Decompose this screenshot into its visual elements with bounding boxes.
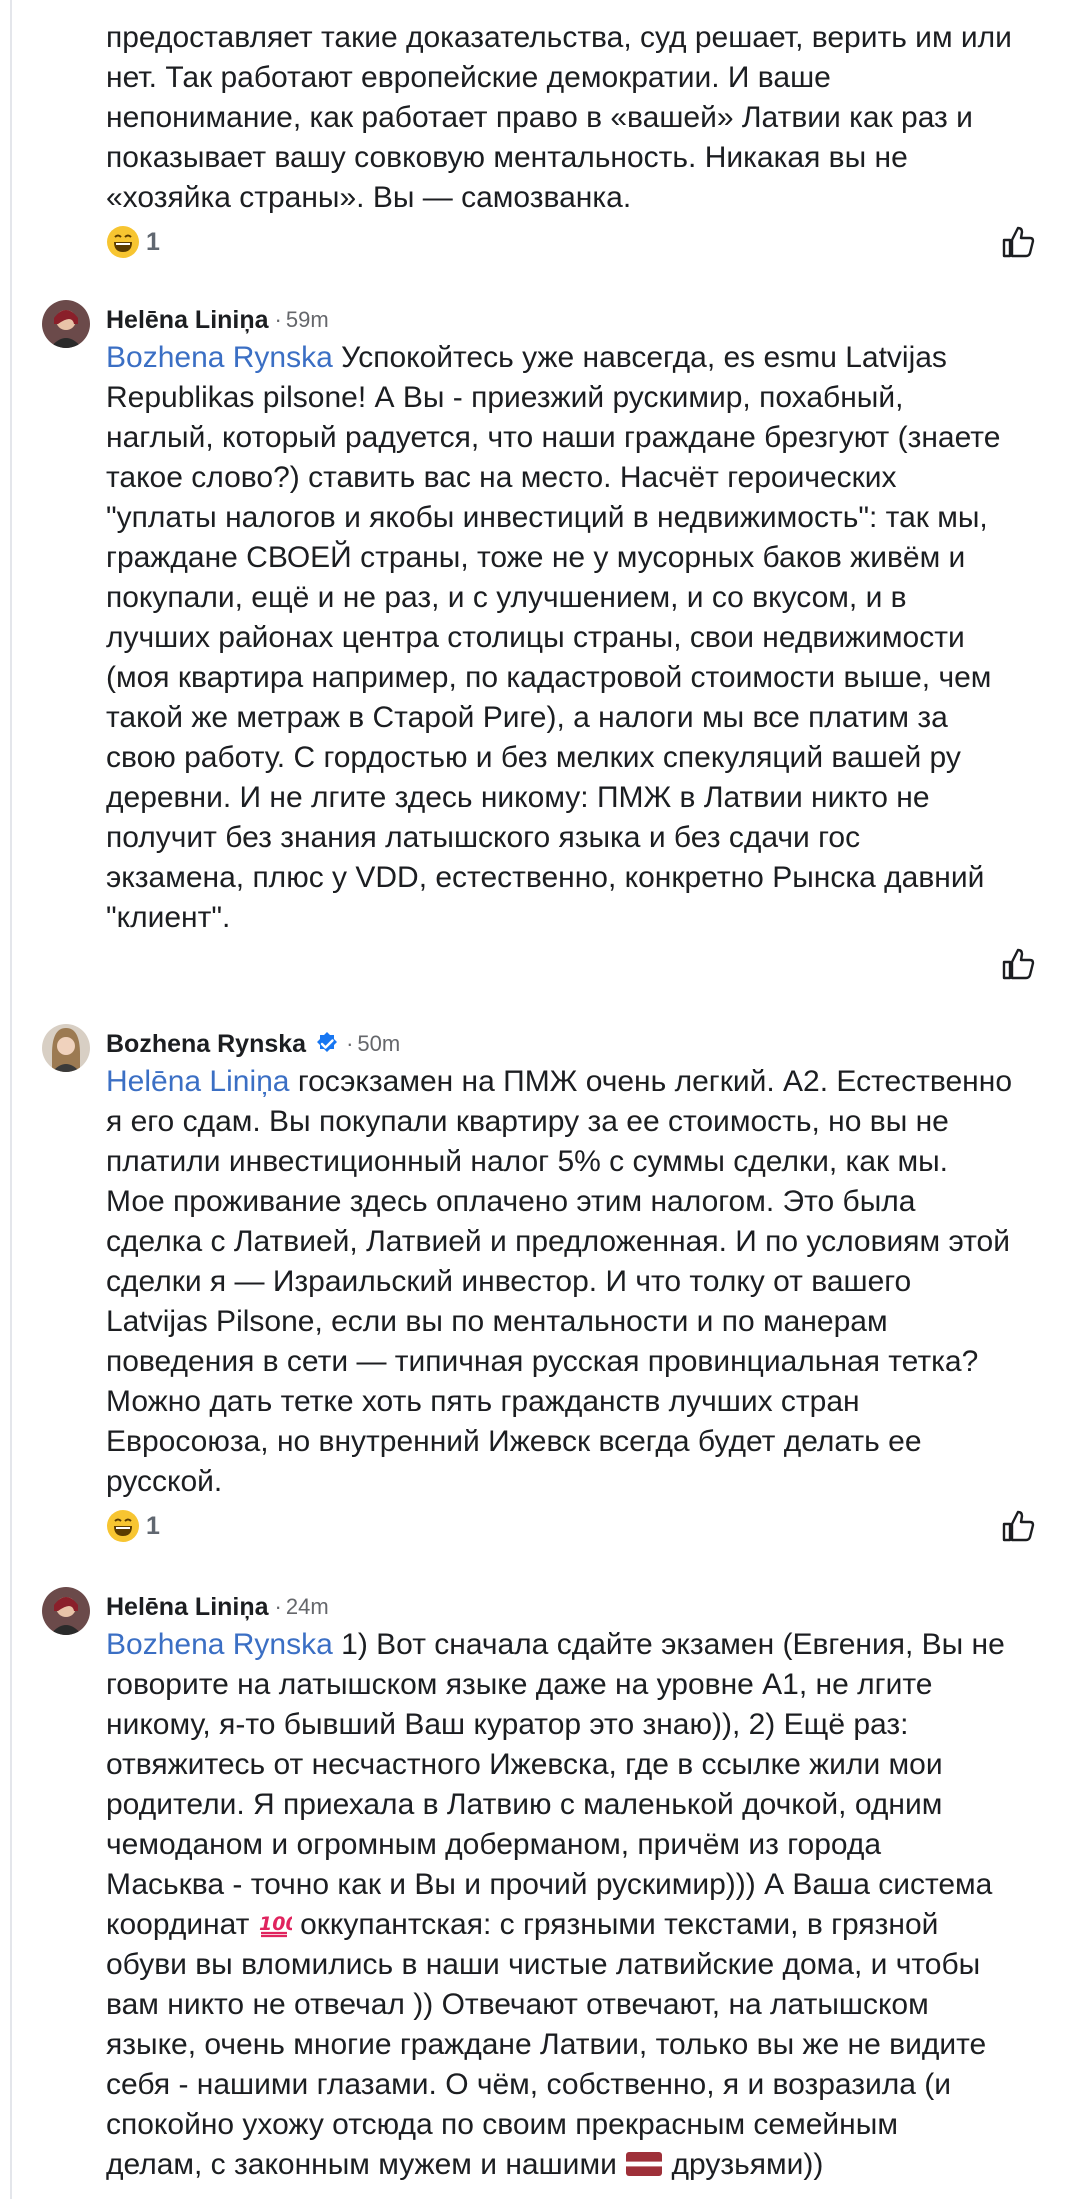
comment-line: (моя квартира например, по кадастровой с… (106, 661, 992, 694)
comment-body: Bozhena Rynska 1) Вот сначала сдайте экз… (106, 1625, 1056, 2185)
avatar-image (42, 300, 90, 348)
timestamp[interactable]: 50m (357, 1031, 400, 1057)
comment-line: обуви вы вломились в наши чистые латвийс… (106, 1948, 981, 1981)
author-name[interactable]: Helēna Liniņa (106, 1593, 269, 1622)
comment-line: говорите на латышском языке даже на уров… (106, 1668, 933, 1701)
comment-line: граждане СВОЕЙ страны, тоже не у мусорны… (106, 541, 966, 574)
avatar-image (42, 1024, 90, 1072)
comment-text: госэкзамен на ПМЖ очень легкий. А2. Есте… (289, 1065, 1013, 1098)
comment-line: Можно дать тетке хоть пять гражданств лу… (106, 1385, 860, 1418)
comment-line: Мое проживание здесь оплачено этим налог… (106, 1185, 916, 1218)
comment-line: покупали, ещё и не раз, и с улучшением, … (106, 581, 907, 614)
comment-line: русской. (106, 1465, 223, 1498)
comment-line: поведения в сети — типичная русская пров… (106, 1345, 979, 1378)
comment-line: такой же метраж в Старой Риге), а налоги… (106, 701, 948, 734)
svg-text:100: 100 (259, 1913, 292, 1935)
comment-line: отвяжитесь от несчастного Ижевска, где в… (106, 1748, 943, 1781)
meta-separator: · (274, 1594, 282, 1619)
reaction-count: 1 (146, 227, 160, 256)
comment-line: нет. Так работают европейские демократии… (106, 61, 831, 94)
comment-text: друзьями)) (663, 2148, 824, 2181)
comment-text: 1) Вот сначала сдайте экзамен (Евгения, … (332, 1628, 1005, 1661)
comment-line: никому, я-то бывший Ваш куратор это знаю… (106, 1708, 909, 1741)
comment-header: Helēna Liniņa · 24m (106, 1587, 329, 1627)
comment-line: платили инвестиционный налог 5% с суммы … (106, 1145, 948, 1178)
comment-line: "клиент". (106, 901, 231, 934)
comment-text: координат (106, 1908, 258, 1941)
comment-line: чемоданом и огромным доберманом, причём … (106, 1828, 882, 1861)
latvia-flag-emoji-icon (626, 2152, 663, 2176)
comment-line: свою работу. С гордостью и без мелких сп… (106, 741, 961, 774)
comment-line: Republikas pilsone! А Вы - приезжий руск… (106, 381, 904, 414)
comment-line: спокойно ухожу отсюда по своим прекрасны… (106, 2108, 898, 2141)
comment-line: вам никто не отвечал )) Отвечают отвечаю… (106, 1988, 929, 2021)
comment-line: сделка с Латвией, Латвией и предложенная… (106, 1225, 1010, 1258)
author-name[interactable]: Bozhena Rynska (106, 1030, 306, 1059)
comment-line: родители. Я приехала в Латвию с маленько… (106, 1788, 943, 1821)
reaction-summary[interactable]: 1 (106, 1508, 160, 1544)
comment-text: оккупантская: с грязными текстами, в гря… (291, 1908, 939, 1941)
reaction-summary[interactable]: 1 (106, 224, 160, 260)
avatar[interactable] (42, 1587, 90, 1635)
comment-line: "уплаты налогов и якобы инвестиций в нед… (106, 501, 988, 534)
comment-text: Успокойтесь уже навсегда, es esmu Latvij… (332, 341, 947, 374)
comment-line: Helēna Liniņa госэкзамен на ПМЖ очень ле… (106, 1062, 1056, 1102)
comment-line: непонимание, как работает право в «вашей… (106, 101, 973, 134)
comment-line: Маськва - точно как и Вы и прочий руским… (106, 1868, 993, 1901)
comment-line: лучших районах центра столицы страны, св… (106, 621, 965, 654)
thumbs-up-icon[interactable] (1000, 224, 1036, 260)
comment-line: языке, очень многие граждане Латвии, тол… (106, 2028, 987, 2061)
mention-link[interactable]: Bozhena Rynska (106, 341, 333, 374)
comment-line: себя - нашими глазами. О чём, собственно… (106, 2068, 952, 2101)
comment-line: я его сдам. Вы покупали квартиру за ее с… (106, 1105, 949, 1138)
thread-line (10, 0, 12, 2199)
comment-line: делам, с законным мужем и нашими друзьям… (106, 2145, 1056, 2185)
thumbs-up-icon[interactable] (1000, 946, 1036, 982)
laughing-emoji-icon (107, 1510, 139, 1542)
meta-separator: · (274, 307, 282, 332)
avatar[interactable] (42, 300, 90, 348)
comment-header: Bozhena Rynska · 50m (106, 1024, 400, 1064)
laughing-emoji-icon (107, 226, 139, 258)
meta-separator: · (346, 1031, 354, 1056)
comment-body: Helēna Liniņa госэкзамен на ПМЖ очень ле… (106, 1062, 1056, 1502)
verified-badge-icon (317, 1032, 338, 1052)
comment-line: координат 100 оккупантская: с грязными т… (106, 1905, 1056, 1945)
comment-line: Bozhena Rynska 1) Вот сначала сдайте экз… (106, 1625, 1056, 1665)
comment-body: Bozhena Rynska Успокойтесь уже навсегда,… (106, 338, 1056, 938)
hundred-points-emoji-icon: 100 (259, 1913, 292, 1938)
thumbs-up-icon[interactable] (1000, 1508, 1036, 1544)
comment-line: получит без знания латышского языка и бе… (106, 821, 861, 854)
mention-link[interactable]: Helēna Liniņa (106, 1065, 289, 1098)
comment-line: Евросоюза, но внутренний Ижевск всегда б… (106, 1425, 922, 1458)
timestamp[interactable]: 24m (286, 1594, 329, 1620)
comment-text: делам, с законным мужем и нашими (106, 2148, 626, 2181)
timestamp[interactable]: 59m (286, 307, 329, 333)
author-name[interactable]: Helēna Liniņa (106, 306, 269, 335)
comment-line: Latvijas Pilsone, если вы по ментальност… (106, 1305, 888, 1338)
comment-line: наглый, который радуется, что наши гражд… (106, 421, 1001, 454)
comment-line: сделки я — Израильский инвестор. И что т… (106, 1265, 912, 1298)
comment-header: Helēna Liniņa · 59m (106, 300, 329, 340)
avatar-image (42, 1587, 90, 1635)
comment-line: «хозяйка страны». Вы — самозванка. (106, 181, 632, 214)
comment-line: такое слово?) ставить вас на место. Насч… (106, 461, 897, 494)
comment-line: экзамена, плюс у VDD, естественно, конкр… (106, 861, 985, 894)
comment-line: предоставляет такие доказательства, суд … (106, 21, 1012, 54)
mention-link[interactable]: Bozhena Rynska (106, 1628, 333, 1661)
comment-line: Bozhena Rynska Успокойтесь уже навсегда,… (106, 338, 1056, 378)
comment-line: показывает вашу совковую ментальность. Н… (106, 141, 908, 174)
comment-body: предоставляет такие доказательства, суд … (106, 18, 1056, 218)
comment-line: деревни. И не лгите здесь никому: ПМЖ в … (106, 781, 930, 814)
reaction-count: 1 (146, 1511, 160, 1540)
avatar[interactable] (42, 1024, 90, 1072)
